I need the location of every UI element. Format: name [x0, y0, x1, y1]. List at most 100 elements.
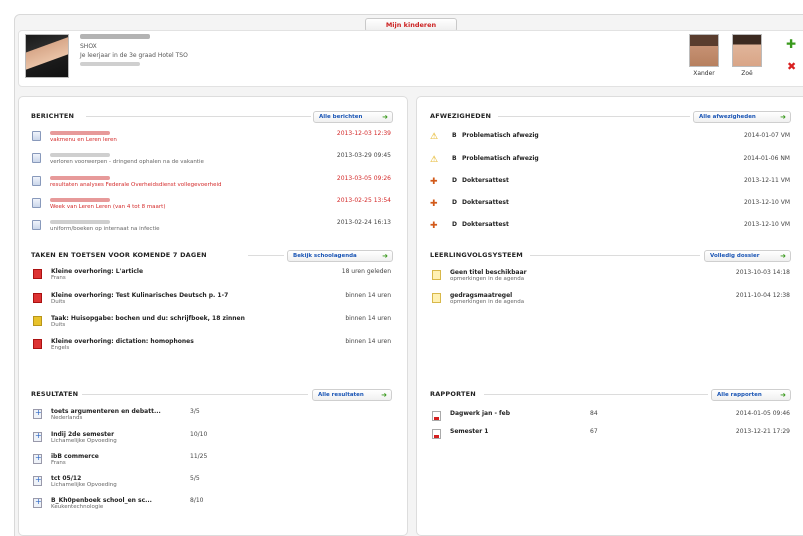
book-icon	[33, 293, 42, 303]
sender-blurred	[50, 176, 110, 180]
result-title: tct 05/12	[51, 475, 82, 482]
result-title: toets argumenteren en debatt...	[51, 408, 161, 415]
lvs-divider	[530, 255, 700, 256]
child-name-xander[interactable]: Xander	[687, 70, 721, 77]
result-subject: Nederlands	[51, 415, 83, 421]
result-row[interactable]: Indij 2de semester Lichamelijke Opvoedin…	[33, 431, 333, 445]
message-date: 2013-12-03 12:39	[336, 130, 391, 137]
note-icon	[432, 293, 441, 303]
task-row[interactable]: Taak: Huisopgabe: bochen und du: schrijf…	[33, 315, 391, 329]
absence-label: Problematisch afwezig	[462, 155, 539, 162]
task-subject: Frans	[51, 275, 66, 281]
add-child-icon[interactable]: ✚	[786, 38, 796, 50]
lvs-item-date: 2011-10-04 12:38	[735, 292, 790, 299]
child-name-zoe[interactable]: Zoë	[730, 70, 764, 77]
result-title: ibB commerce	[51, 453, 99, 460]
child-avatar-zoe[interactable]	[732, 34, 762, 67]
results-divider	[82, 394, 308, 395]
message-row[interactable]: verloren voorwerpen - dringend ophalen n…	[32, 152, 391, 166]
absence-code: B	[452, 155, 457, 162]
message-date: 2013-03-05 09:26	[336, 175, 391, 182]
arrow-right-icon: ➜	[780, 113, 786, 121]
messages-divider	[86, 116, 311, 117]
absence-date: 2013-12-10 VM	[743, 199, 790, 206]
task-subject: Duits	[51, 299, 66, 305]
message-row[interactable]: resultaten analyses Federale Overheidsdi…	[32, 175, 391, 189]
reports-divider	[484, 394, 708, 395]
sender-blurred	[50, 153, 110, 157]
report-score: 84	[590, 410, 598, 417]
envelope-icon	[32, 176, 41, 186]
absence-label: Doktersattest	[462, 177, 509, 184]
message-subject: uniform/boeken op internaat na infectie	[50, 226, 160, 232]
report-date: 2013-12-21 17:29	[735, 428, 790, 435]
report-score: 67	[590, 428, 598, 435]
student-extra-blurred	[80, 62, 140, 66]
absence-row[interactable]: ✚ D Doktersattest 2013-12-11 VM	[430, 177, 790, 191]
lvs-item-title: Geen titel beschikbaar	[450, 269, 527, 276]
result-row[interactable]: ibB commerce Frans 11/25	[33, 453, 333, 467]
message-subject: verloren voorwerpen - dringend ophalen n…	[50, 159, 204, 165]
result-row[interactable]: toets argumenteren en debatt... Nederlan…	[33, 408, 333, 422]
child-avatar-xander[interactable]	[689, 34, 719, 67]
absence-row[interactable]: ✚ D Doktersattest 2013-12-10 VM	[430, 221, 790, 235]
all-reports-button[interactable]: Alle rapporten ➜	[711, 389, 791, 401]
absence-code: D	[452, 199, 457, 206]
book-icon	[33, 339, 42, 349]
result-score: 10/10	[190, 431, 208, 438]
remove-child-icon[interactable]: ✖	[787, 61, 796, 72]
task-row[interactable]: Kleine overhoring: L'article Frans 18 ur…	[33, 268, 391, 282]
absence-row[interactable]: ⚠ B Problematisch afwezig 2014-01-06 NM	[430, 155, 790, 169]
all-messages-button[interactable]: Alle berichten ➜	[313, 111, 393, 123]
absence-row[interactable]: ✚ D Doktersattest 2013-12-10 VM	[430, 199, 790, 213]
absence-date: 2014-01-06 NM	[743, 155, 790, 162]
message-date: 2013-02-25 13:54	[336, 197, 391, 204]
message-row[interactable]: uniform/boeken op internaat na infectie …	[32, 219, 391, 233]
absence-date: 2014-01-07 VM	[743, 132, 790, 139]
arrow-right-icon: ➜	[780, 252, 786, 260]
message-date: 2013-03-29 09:45	[336, 152, 391, 159]
result-subject: Frans	[51, 460, 66, 466]
medical-certificate-icon: ✚	[430, 199, 438, 209]
all-absences-button[interactable]: Alle afwezigheden ➜	[693, 111, 791, 123]
task-when: binnen 14 uren	[345, 338, 391, 345]
tasks-title: TAKEN EN TOETSEN VOOR KOMENDE 7 DAGEN	[31, 251, 207, 259]
report-date: 2014-01-05 09:46	[735, 410, 790, 417]
result-score: 11/25	[190, 453, 208, 460]
message-date: 2013-02-24 16:13	[336, 219, 391, 226]
absences-title: AFWEZIGHEDEN	[430, 112, 492, 120]
result-row[interactable]: tct 05/12 Lichamelijke Opvoeding 5/5	[33, 475, 333, 489]
message-row[interactable]: Week van Leren Leren (van 4 tot 8 maart)…	[32, 197, 391, 211]
absence-row[interactable]: ⚠ B Problematisch afwezig 2014-01-07 VM	[430, 132, 790, 146]
message-subject: resultaten analyses Federale Overheidsdi…	[50, 182, 222, 188]
absence-label: Doktersattest	[462, 221, 509, 228]
sender-blurred	[50, 131, 110, 135]
report-row[interactable]: Semester 1 67 2013-12-21 17:29	[432, 428, 790, 442]
task-row[interactable]: Kleine overhoring: Test Kulinarisches De…	[33, 292, 391, 306]
report-row[interactable]: Dagwerk jan - feb 84 2014-01-05 09:46	[432, 410, 790, 424]
envelope-icon	[32, 220, 41, 230]
pdf-icon	[432, 429, 441, 439]
full-dossier-button[interactable]: Volledig dossier ➜	[704, 250, 791, 262]
arrow-right-icon: ➜	[381, 391, 387, 399]
book-icon	[33, 269, 42, 279]
lvs-row[interactable]: Geen titel beschikbaar opmerkingen in de…	[432, 269, 790, 283]
all-results-button[interactable]: Alle resultaten ➜	[312, 389, 392, 401]
student-name-blurred	[80, 34, 150, 39]
result-doc-icon	[33, 475, 42, 486]
warning-icon: ⚠	[430, 155, 439, 165]
result-subject: Lichamelijke Opvoeding	[51, 482, 117, 488]
lvs-row[interactable]: gedragsmaatregel opmerkingen in de agend…	[432, 292, 790, 306]
view-agenda-button[interactable]: Bekijk schoolagenda ➜	[287, 250, 393, 262]
result-row[interactable]: B_Kh0penboek school_en sc... Keukentechn…	[33, 497, 333, 511]
task-subject: Duits	[51, 322, 66, 328]
result-score: 3/5	[190, 408, 200, 415]
absences-divider	[498, 116, 690, 117]
pdf-icon	[432, 411, 441, 421]
result-doc-icon	[33, 408, 42, 419]
message-row[interactable]: vakmenu en Leren leren 2013-12-03 12:39	[32, 130, 391, 144]
report-title: Semester 1	[450, 428, 489, 435]
task-row[interactable]: Kleine overhoring: dictation: homophones…	[33, 338, 391, 352]
medical-certificate-icon: ✚	[430, 177, 438, 187]
result-subject: Lichamelijke Opvoeding	[51, 438, 117, 444]
